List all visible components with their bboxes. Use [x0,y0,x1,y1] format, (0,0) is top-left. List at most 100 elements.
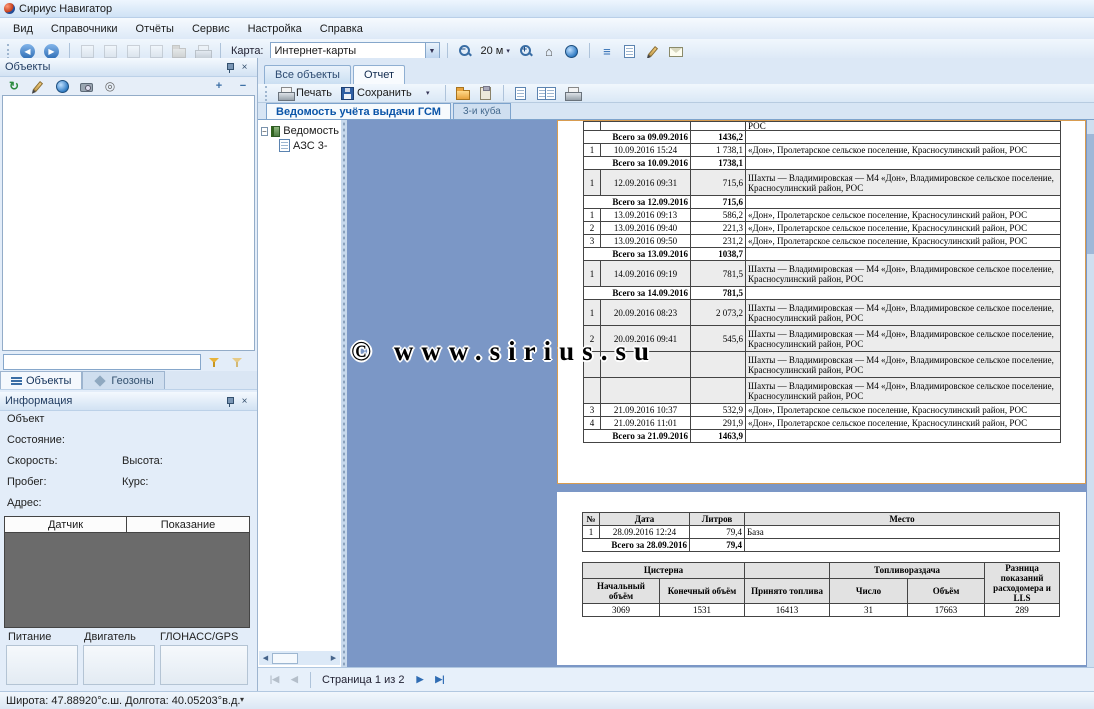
menu-view[interactable]: Вид [4,20,42,38]
menu-service[interactable]: Сервис [183,20,239,38]
toolbar-grip[interactable] [265,86,269,101]
close-info-button[interactable]: × [237,394,252,408]
toolbar-grip[interactable] [7,44,11,59]
report-data-row: 421.09.2016 11:01291,9«Дон», Пролетарско… [584,417,1061,430]
sensor-table-body[interactable] [5,533,249,627]
close-objects-button[interactable]: × [237,60,252,74]
export-button[interactable] [453,83,473,103]
scroll-left-icon[interactable]: ◀ [259,652,272,665]
target-button[interactable]: ◎ [100,76,120,96]
close-icon: × [242,396,248,407]
menu-directories[interactable]: Справочники [42,20,127,38]
print-button[interactable]: Печать [275,83,335,103]
status-dropdown-icon[interactable]: ▾ [240,695,244,704]
power-indicator-box [6,645,78,685]
report-cell: 715,6 [691,196,746,209]
expander-icon[interactable]: − [261,127,268,136]
sensor-column-header[interactable]: Датчик [5,517,127,533]
clear-filter-button[interactable] [227,352,247,372]
tab-3-kuba[interactable]: 3-и куба [453,103,511,119]
tab-vedomost-gsm[interactable]: Ведомость учёта выдачи ГСМ [266,103,451,119]
tab-all-objects[interactable]: Все объекты [264,65,351,84]
table-header-row: № Дата Литров Место [583,513,1060,526]
save-button[interactable]: Сохранить [338,83,415,103]
tab-geozones[interactable]: Геозоны [82,371,164,389]
menu-reports[interactable]: Отчёты [127,20,183,38]
save-options-button[interactable]: ▾ [418,83,438,103]
report-cell: 4 [584,417,601,430]
photo-button[interactable] [76,76,96,96]
menu-help[interactable]: Справка [311,20,372,38]
page-single-button[interactable] [511,83,531,103]
report-page-2: № Дата Литров Место 1 28.09.2016 12:24 7… [557,492,1086,665]
status-bar: Широта: 47.88920°с.ш. Долгота: 40.05203°… [0,691,1094,709]
copy-button[interactable] [476,83,496,103]
tab-geozones-label: Геозоны [111,375,153,387]
page-double-button[interactable] [534,83,559,103]
report-cell: 1 [584,170,601,196]
print-label: Печать [296,87,332,99]
report-viewer[interactable]: РОСВсего за 09.09.20161436,2110.09.2016 … [347,120,1087,667]
report-data-row: Шахты — Владимировская — М4 «Дон», Влади… [584,378,1061,404]
report-data-row: 321.09.2016 10:37532,9«Дон», Пролетарско… [584,404,1061,417]
report-cell: 1038,7 [691,248,746,261]
report-cell: 586,2 [691,209,746,222]
next-page-button[interactable]: ▶ [411,671,428,688]
report-data-row: 1 28.09.2016 12:24 79,4 База [583,526,1060,539]
objects-tree[interactable] [2,95,255,351]
report-total-row: Всего за 28.09.2016 79,4 [583,539,1060,552]
marker-icon [127,45,140,58]
objects-toolbar: ↻ ◎ + − [0,77,257,95]
prev-page-button[interactable]: ◀ [286,671,303,688]
object-search-row [0,353,257,371]
scrollbar-thumb[interactable] [272,653,298,664]
page-setup-icon [565,87,580,100]
sensor-value-column-header[interactable]: Показание [127,517,249,533]
add-button[interactable]: + [209,76,229,96]
header-cell: Объём [908,578,985,603]
single-page-icon [515,87,526,100]
report-cell: База [745,526,1060,539]
toolbar-separator [447,43,448,59]
first-page-button[interactable]: |◀ [266,671,283,688]
filter-button[interactable] [204,352,224,372]
report-cell: 1436,2 [691,131,746,144]
pin-button[interactable] [222,394,237,408]
report-cell: Всего за 28.09.2016 [583,539,690,552]
power-indicator-label: Питание [8,631,51,643]
tree-node-vedomost[interactable]: − Ведомость [261,125,339,137]
prev-page-icon: ◀ [291,674,298,685]
summary-values-row: 3069 1531 16413 31 17663 289 [583,604,1060,617]
pin-button[interactable] [222,60,237,74]
pagination-bar: |◀ ◀ Страница 1 из 2 ▶ ▶| [258,667,1094,691]
map-select-dropdown-icon[interactable]: ▼ [425,43,439,59]
header-cell: Начальный объём [583,578,660,603]
tab-report[interactable]: Отчет [353,65,405,84]
report-cell: 231,2 [691,235,746,248]
scroll-right-icon[interactable]: ▶ [327,652,340,665]
report-cell: 1 [583,526,600,539]
tab-vedomost-label: Ведомость учёта выдачи ГСМ [276,106,441,118]
back-icon: ◀ [20,44,35,59]
viewer-vertical-scrollbar[interactable] [1087,120,1094,667]
course-label: Курс: [122,476,148,488]
edit-object-button[interactable] [28,76,48,96]
sirius-watermark: © www.sirius.su [351,336,657,367]
tree-node-azs[interactable]: АЗС 3- [279,139,339,152]
show-on-map-button[interactable] [52,76,72,96]
remove-button[interactable]: − [233,76,253,96]
sensor-table-header: Датчик Показание [5,517,249,533]
list-icon [11,376,22,386]
menu-settings[interactable]: Настройка [239,20,311,38]
tree-horizontal-scrollbar[interactable]: ◀ ▶ [259,651,340,665]
page-setup-button[interactable] [562,83,583,103]
book-icon [271,126,281,137]
pin-icon [224,396,235,407]
follow-object-button[interactable]: ↻ [4,76,24,96]
object-search-input[interactable] [3,354,201,370]
report-cell: Всего за 09.09.2016 [584,131,691,144]
tab-objects[interactable]: Объекты [0,371,82,389]
scrollbar-thumb[interactable] [1087,134,1094,254]
tree-node-label: Ведомость [283,125,339,137]
last-page-button[interactable]: ▶| [431,671,448,688]
